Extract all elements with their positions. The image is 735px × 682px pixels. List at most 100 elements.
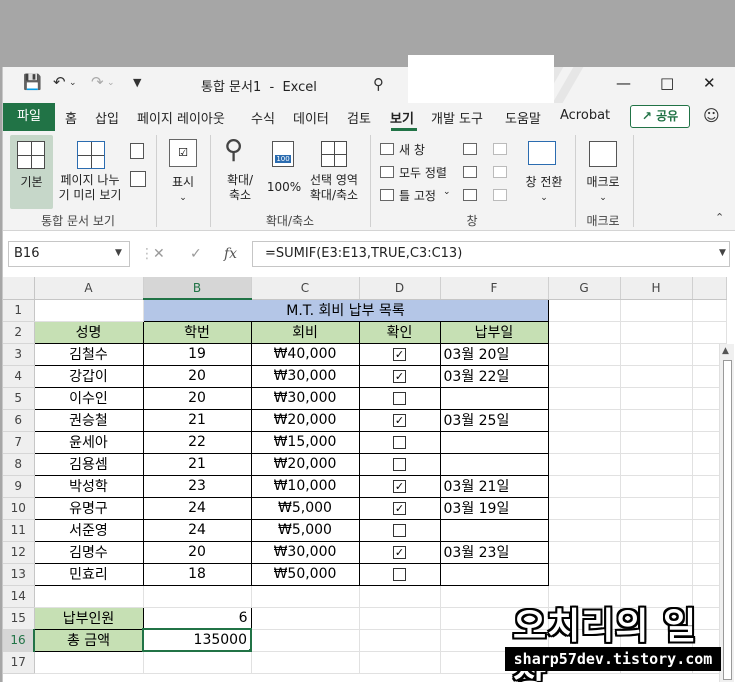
search-icon[interactable]: ⚲ (373, 75, 384, 93)
empty-cell[interactable] (620, 343, 693, 366)
tab-file[interactable]: 파일 (3, 103, 55, 131)
row-header[interactable]: 9 (3, 475, 35, 498)
checkbox-unchecked[interactable] (393, 567, 406, 581)
empty-cell[interactable] (548, 409, 621, 432)
collapse-ribbon-icon[interactable]: ⌃ (715, 211, 724, 224)
column-header-h[interactable]: H (620, 277, 693, 300)
student-id-cell[interactable]: 22 (142, 430, 252, 454)
minimize-icon[interactable]: — (616, 74, 631, 92)
fee-cell[interactable]: ₩30,000 (250, 386, 360, 410)
checkbox-checked[interactable]: ✓ (393, 479, 406, 493)
person-icon[interactable]: ☺ (703, 106, 720, 125)
row-header[interactable]: 8 (3, 453, 35, 476)
view-side-by-side-icon[interactable] (493, 143, 507, 155)
empty-cell[interactable] (692, 321, 727, 344)
expand-formula-bar-icon[interactable]: ▼ (719, 248, 726, 258)
empty-cell[interactable] (620, 299, 693, 322)
empty-cell[interactable] (548, 299, 621, 322)
tab-insert[interactable]: 삽입 (95, 108, 119, 127)
freeze-panes-button[interactable]: 틀 고정 (399, 187, 436, 204)
close-icon[interactable]: ✕ (703, 74, 716, 92)
date-cell[interactable] (439, 562, 549, 586)
checkbox-unchecked[interactable] (393, 435, 406, 449)
date-cell[interactable] (439, 518, 549, 542)
empty-cell[interactable] (620, 541, 693, 564)
confirm-cell[interactable] (358, 452, 441, 476)
empty-cell[interactable] (548, 475, 621, 498)
column-header-g[interactable]: G (548, 277, 621, 300)
name-cell[interactable]: 김명수 (33, 540, 144, 564)
row-header[interactable]: 16 (3, 629, 35, 652)
empty-cell[interactable] (548, 365, 621, 388)
row-header[interactable]: 11 (3, 519, 35, 542)
empty-cell[interactable] (359, 607, 441, 630)
confirm-cell[interactable] (358, 386, 441, 410)
confirm-cell[interactable]: ✓ (358, 408, 441, 432)
row-header[interactable]: 1 (3, 299, 35, 322)
name-cell[interactable]: 권승철 (33, 408, 144, 432)
customize-toolbar-icon[interactable]: ▼ (133, 76, 141, 89)
macros-button[interactable]: 매크로 ⌄ (581, 135, 625, 209)
column-header-c[interactable]: C (251, 277, 360, 300)
empty-cell[interactable] (548, 519, 621, 542)
column-header-a[interactable]: A (34, 277, 144, 300)
zoom-button[interactable]: ⚲ 확대/ 축소 (218, 135, 262, 209)
empty-cell[interactable] (620, 431, 693, 454)
row-header[interactable]: 10 (3, 497, 35, 520)
summary-value[interactable]: 6 (142, 606, 252, 630)
empty-cell[interactable] (143, 585, 252, 608)
reset-window-position-icon[interactable] (493, 189, 507, 201)
fee-cell[interactable]: ₩20,000 (250, 408, 360, 432)
row-header[interactable]: 17 (3, 651, 35, 674)
checkbox-checked[interactable]: ✓ (393, 369, 406, 383)
student-id-cell[interactable]: 21 (142, 452, 252, 476)
empty-cell[interactable] (620, 409, 693, 432)
insert-function-icon[interactable]: fx (224, 246, 237, 262)
confirm-cell[interactable] (358, 430, 441, 454)
date-cell[interactable]: 03월 19일 (439, 496, 549, 520)
empty-cell[interactable] (620, 365, 693, 388)
column-title[interactable]: 납부일 (439, 320, 549, 344)
name-box[interactable]: B16 (8, 241, 130, 267)
tab-page-layout[interactable]: 페이지 레이아웃 (137, 108, 225, 127)
formula-input[interactable]: =SUMIF(E3:E13,TRUE,C3:C13) (252, 241, 730, 267)
custom-views-icon[interactable] (130, 171, 146, 187)
student-id-cell[interactable]: 20 (142, 386, 252, 410)
new-window-button[interactable]: 새 창 (399, 141, 425, 158)
zoom-to-selection-button[interactable]: 선택 영역 확대/축소 (305, 135, 363, 209)
cancel-icon[interactable]: ✕ (153, 246, 165, 262)
sheet-title[interactable]: M.T. 회비 납부 목록 (142, 298, 549, 322)
date-cell[interactable] (439, 452, 549, 476)
student-id-cell[interactable]: 21 (142, 408, 252, 432)
confirm-cell[interactable] (358, 562, 441, 586)
empty-cell[interactable] (548, 321, 621, 344)
empty-cell[interactable] (620, 563, 693, 586)
empty-cell[interactable] (620, 321, 693, 344)
name-cell[interactable]: 박성학 (33, 474, 144, 498)
empty-cell[interactable] (620, 497, 693, 520)
empty-cell[interactable] (620, 453, 693, 476)
checkbox-checked[interactable]: ✓ (393, 347, 406, 361)
fee-cell[interactable]: ₩5,000 (250, 496, 360, 520)
column-title[interactable]: 학번 (142, 320, 252, 344)
checkbox-checked[interactable]: ✓ (393, 413, 406, 427)
empty-cell[interactable] (548, 497, 621, 520)
maximize-icon[interactable]: □ (660, 74, 674, 92)
fee-cell[interactable]: ₩40,000 (250, 342, 360, 366)
zoom-100-button[interactable]: 100 100% (264, 135, 304, 209)
name-cell[interactable]: 윤세아 (33, 430, 144, 454)
student-id-cell[interactable]: 19 (142, 342, 252, 366)
page-layout-icon[interactable] (130, 143, 144, 159)
name-cell[interactable]: 강갑이 (33, 364, 144, 388)
name-cell[interactable]: 이수인 (33, 386, 144, 410)
empty-cell[interactable] (548, 387, 621, 410)
fee-cell[interactable]: ₩10,000 (250, 474, 360, 498)
fee-cell[interactable]: ₩15,000 (250, 430, 360, 454)
checkbox-checked[interactable]: ✓ (393, 501, 406, 515)
enter-icon[interactable]: ✓ (190, 246, 202, 262)
row-header[interactable]: 14 (3, 585, 35, 608)
tab-data[interactable]: 데이터 (293, 108, 329, 127)
column-header-blank[interactable] (692, 277, 727, 300)
column-title[interactable]: 회비 (250, 320, 360, 344)
freeze-panes-dropdown-icon[interactable]: ⌄ (443, 187, 451, 197)
